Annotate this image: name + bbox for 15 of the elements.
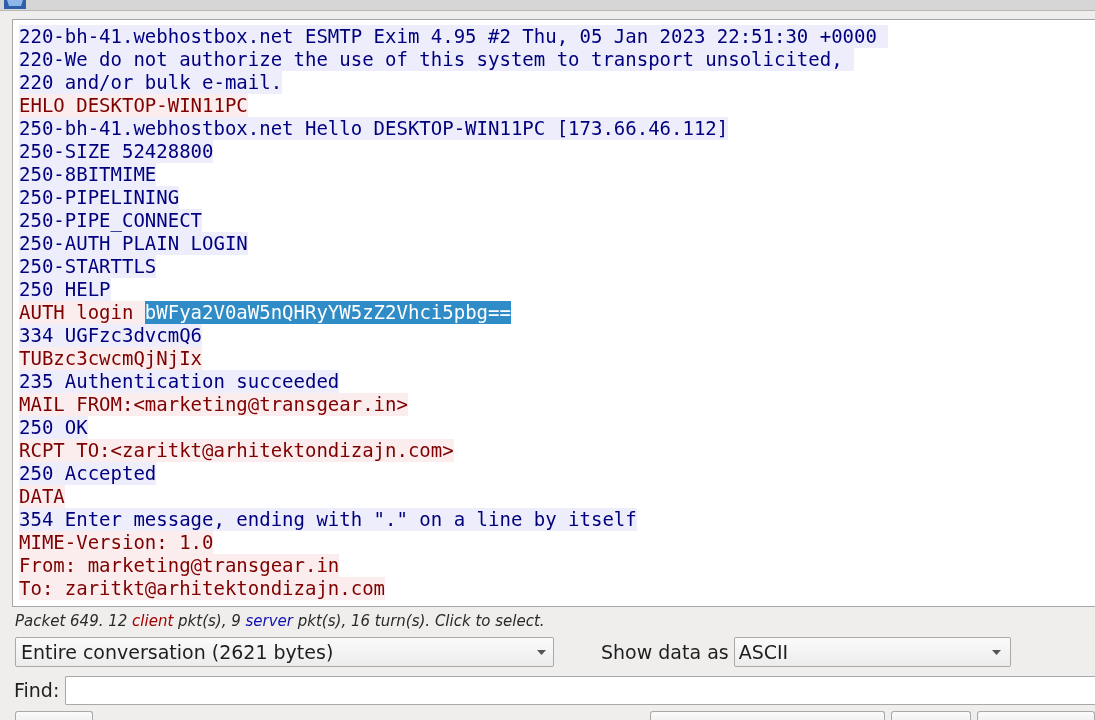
- window-icon: [4, 0, 26, 9]
- caret-icon: [991, 649, 1001, 655]
- dialog-button[interactable]: [891, 711, 971, 720]
- find-label: Find:: [14, 678, 60, 704]
- data-format-dropdown[interactable]: ASCII: [733, 637, 1011, 667]
- status-text: Packet 649. 12 client pkt(s), 9 server pkt(s), 16 turn(s). Click to select.: [15, 612, 545, 630]
- find-field[interactable]: [65, 676, 1095, 705]
- caret-icon: [537, 649, 546, 655]
- show-data-label: Show data as: [601, 639, 729, 665]
- conversation-dropdown[interactable]: Entire conversation (2621 bytes): [15, 637, 554, 667]
- dialog-button[interactable]: [650, 711, 885, 720]
- stream-text-area[interactable]: [12, 19, 1095, 607]
- dialog-button[interactable]: [977, 711, 1095, 720]
- dialog-button[interactable]: [15, 711, 93, 720]
- selected-text: bWFya2V0aW5nQHRyYW5zZ2Vhci5pbg==: [144, 301, 511, 324]
